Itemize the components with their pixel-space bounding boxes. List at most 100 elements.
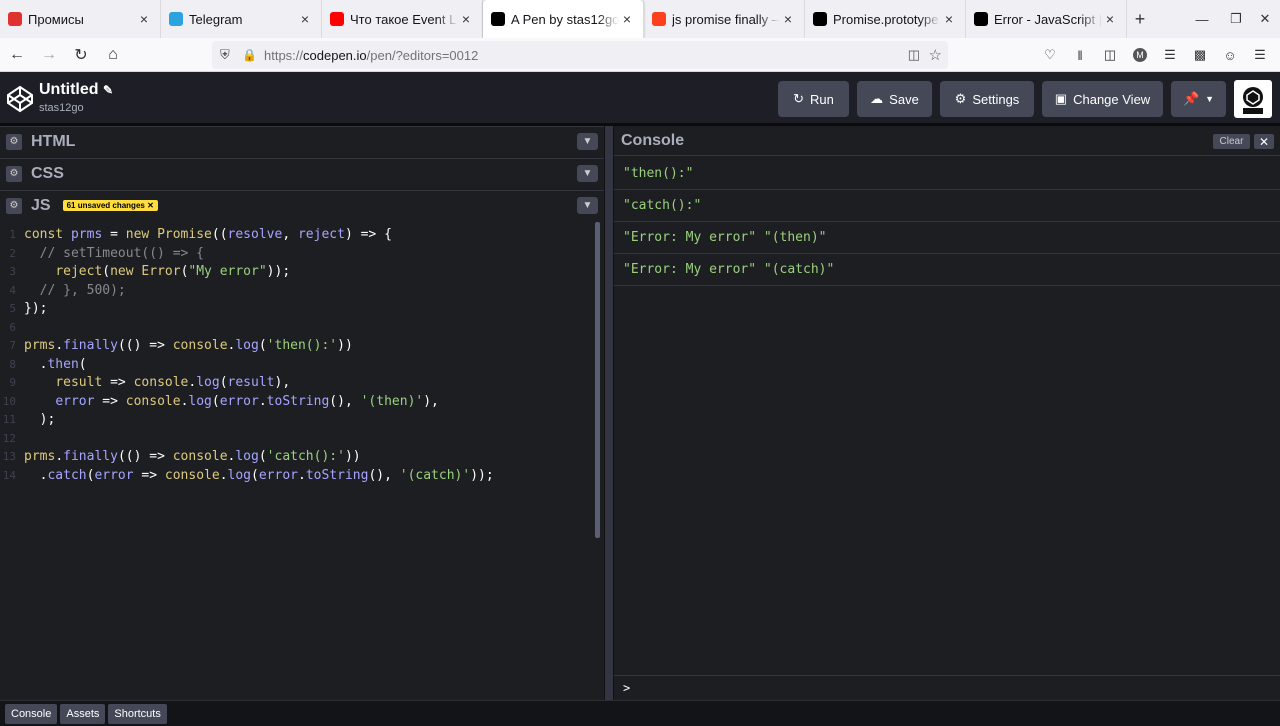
minimize-icon[interactable]: — [1185, 0, 1219, 38]
close-icon[interactable]: ✕ [147, 201, 154, 210]
code-token: log [235, 449, 259, 464]
line-number: 11 [2, 413, 16, 426]
youtube-icon [330, 12, 344, 26]
library-icon[interactable]: ‖ [1070, 45, 1090, 65]
shield-icon[interactable]: ⛨ [220, 47, 230, 63]
reload-icon[interactable]: ↻ [66, 40, 96, 70]
code-token: log [227, 467, 252, 483]
sprint-icon [8, 12, 22, 26]
browser-tab[interactable]: js promise finally — Я× [644, 0, 805, 38]
panel-resize-divider[interactable] [604, 126, 614, 700]
new-tab-icon[interactable]: + [1127, 0, 1153, 38]
account-icon[interactable]: ☺ [1220, 45, 1240, 65]
code-line: 1 const prms = new Promise((resolve, reje… [0, 226, 604, 245]
unsaved-changes-badge[interactable]: 61 unsaved changes ✕ [62, 200, 158, 211]
css-settings-gear-icon[interactable]: ⚙ [6, 165, 22, 182]
js-editor-header[interactable]: ⚙ JS 61 unsaved changes ✕ ▼ [0, 190, 604, 220]
console-panel: Console Clear ✕ "then():" "catch():" "Er… [614, 126, 1280, 700]
codepen-logo-icon[interactable] [6, 85, 34, 113]
url-bar[interactable]: ⛨ 🔒 https://codepen.io/pen/?editors=0012… [212, 41, 948, 69]
bookmark-star-icon[interactable]: ☆ [929, 46, 942, 64]
close-tab-icon[interactable]: × [780, 11, 796, 27]
code-token: prms [70, 227, 111, 242]
code-token: '(catch)' [399, 467, 471, 483]
pin-menu-button[interactable]: 📌 ▼ [1171, 81, 1226, 117]
code-line: 10 error => console. log(error. toString()… [0, 393, 604, 412]
gear-icon: ⚙ [954, 91, 967, 106]
avatar[interactable] [1234, 80, 1272, 118]
console-toggle-button[interactable]: Console [5, 703, 58, 724]
clear-console-button[interactable]: Clear [1213, 134, 1250, 149]
code-line: 7 prms. finally(() => console. log('then():… [0, 337, 604, 356]
lock-icon[interactable]: 🔒 [242, 48, 257, 62]
extension-icon[interactable]: ▩ [1190, 45, 1210, 65]
pencil-icon[interactable]: ✎ [103, 83, 113, 97]
close-tab-icon[interactable]: × [136, 11, 152, 27]
css-collapse-chevron-icon[interactable]: ▼ [577, 165, 598, 182]
js-settings-gear-icon[interactable]: ⚙ [6, 197, 22, 214]
js-code-editor[interactable]: 1 const prms = new Promise((resolve, reje… [0, 222, 604, 700]
browser-tab[interactable]: Что такое Event Loo× [322, 0, 483, 38]
codepen-header: Untitled ✎ stas12go ↻ Run ☁ Save ⚙ Settings… [0, 72, 1280, 126]
settings-button[interactable]: ⚙ Settings [940, 81, 1034, 117]
editor-scrollbar[interactable] [595, 222, 600, 538]
assets-button[interactable]: Assets [60, 703, 106, 724]
code-token: }); [24, 301, 48, 316]
code-token: => [102, 393, 126, 409]
translate-ext-icon[interactable]: ☰ [1160, 45, 1180, 65]
console-line: "Error: My error" "(then)" [614, 222, 1280, 254]
html-settings-gear-icon[interactable]: ⚙ [6, 133, 22, 150]
line-number: 13 [2, 450, 16, 463]
console-line: "Error: My error" "(catch)" [614, 254, 1280, 286]
code-token: resolve [227, 227, 283, 242]
console-input[interactable]: > [614, 675, 1280, 700]
code-token: 'catch():' [266, 449, 345, 464]
change-view-button[interactable]: ▣ Change View [1042, 81, 1163, 117]
sidebar-icon[interactable]: ◫ [1100, 45, 1120, 65]
code-line: 3 reject(new Error("My error")); [0, 263, 604, 282]
pen-author[interactable]: stas12go [39, 102, 84, 114]
code-line: 12 [0, 430, 604, 449]
save-button[interactable]: ☁ Save [857, 81, 932, 117]
code-line: 2 // setTimeout(() => { [0, 245, 604, 264]
html-editor-header[interactable]: ⚙ HTML ▼ [0, 126, 604, 156]
browser-tab[interactable]: Error - JavaScript | M× [966, 0, 1127, 38]
menu-icon[interactable]: ☰ [1250, 45, 1270, 65]
code-token: => [141, 467, 165, 483]
code-token: . [227, 338, 236, 353]
browser-tab[interactable]: A Pen by stas12go × [483, 0, 644, 38]
translate-icon[interactable]: ◫ [908, 47, 920, 63]
code-token: // setTimeout(() => { [24, 245, 205, 261]
shortcuts-button[interactable]: Shortcuts [108, 703, 167, 724]
close-console-icon[interactable]: ✕ [1254, 134, 1274, 149]
pen-title[interactable]: Untitled ✎ [39, 81, 113, 99]
extension-m-icon[interactable]: M [1130, 45, 1150, 65]
code-line: 11 ); [0, 411, 604, 430]
close-tab-icon[interactable]: × [297, 11, 313, 27]
close-tab-icon[interactable]: × [458, 11, 474, 27]
close-tab-icon[interactable]: × [1102, 11, 1118, 27]
pin-icon: 📌 [1182, 91, 1200, 106]
close-window-icon[interactable]: ✕ [1248, 0, 1280, 38]
home-icon[interactable]: ⌂ [98, 40, 128, 70]
line-number: 10 [2, 394, 16, 408]
pocket-icon[interactable]: ♡ [1040, 45, 1060, 65]
forward-icon[interactable]: → [34, 40, 64, 70]
code-token: result [55, 375, 111, 390]
browser-tab[interactable]: Промисы × [0, 0, 161, 38]
browser-tab[interactable]: Telegram × [161, 0, 322, 38]
browser-tab[interactable]: Promise.prototype.fi × [805, 0, 966, 38]
close-tab-icon[interactable]: × [619, 11, 635, 27]
js-collapse-chevron-icon[interactable]: ▼ [577, 197, 598, 214]
code-token: "My error" [188, 264, 267, 279]
code-line: 8 . then( [0, 356, 604, 375]
html-collapse-chevron-icon[interactable]: ▼ [577, 133, 598, 150]
user-avatar-icon [1243, 87, 1263, 114]
css-editor-header[interactable]: ⚙ CSS ▼ [0, 158, 604, 188]
run-button[interactable]: ↻ Run [778, 81, 849, 117]
back-icon[interactable]: ← [2, 40, 32, 70]
close-tab-icon[interactable]: × [941, 11, 957, 27]
code-token: prms [24, 449, 56, 464]
code-token: ( [102, 264, 111, 279]
